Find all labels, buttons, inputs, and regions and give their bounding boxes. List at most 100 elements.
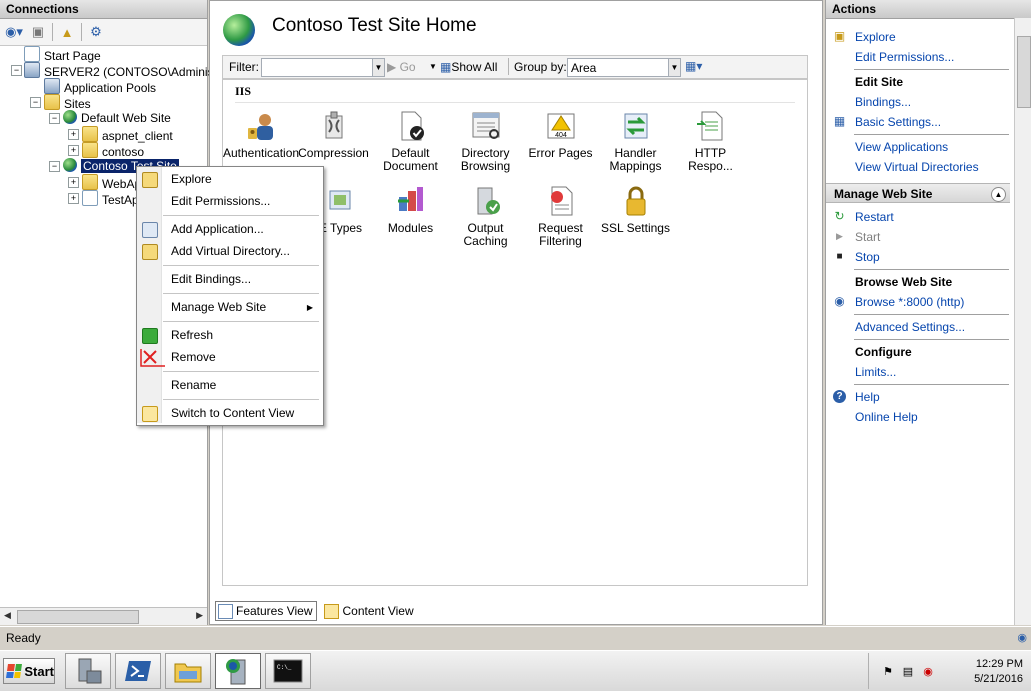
collapse-icon[interactable]: ▲ bbox=[991, 187, 1006, 202]
group-by-select[interactable]: Area ▼ bbox=[567, 58, 681, 77]
tree-node-application-pools[interactable]: Application Pools bbox=[44, 78, 156, 95]
collapse-contoso-test-site-toggle[interactable]: − bbox=[49, 161, 60, 172]
actions-vertical-scrollbar[interactable] bbox=[1014, 18, 1031, 625]
action-explore[interactable]: Explore bbox=[855, 30, 896, 44]
taskbar-command-prompt[interactable]: C:\_ bbox=[265, 653, 311, 689]
expand-aspnet-client-toggle[interactable]: + bbox=[68, 129, 79, 140]
scrollbar-thumb[interactable] bbox=[1017, 36, 1031, 108]
show-all-button[interactable]: ▦Show All bbox=[440, 60, 497, 74]
taskbar-explorer[interactable] bbox=[165, 653, 211, 689]
refresh-icon bbox=[142, 328, 158, 344]
action-restart[interactable]: Restart bbox=[855, 210, 894, 224]
collapse-default-site-toggle[interactable]: − bbox=[49, 113, 60, 124]
go-button[interactable]: ▶ Go bbox=[387, 60, 416, 74]
feature-request-filtering[interactable]: Request Filtering bbox=[523, 185, 598, 248]
save-icon[interactable]: ▣ bbox=[28, 22, 48, 42]
action-stop[interactable]: Stop bbox=[855, 250, 880, 264]
expand-testapp-toggle[interactable]: + bbox=[68, 193, 79, 204]
feature-handler-mappings[interactable]: Handler Mappings bbox=[598, 110, 673, 173]
connections-toolbar: ◉▾ ▣ ▲ ⚙ bbox=[0, 19, 207, 46]
group-header-iis: IIS bbox=[235, 84, 252, 98]
menu-item-edit-bindings[interactable]: Edit Bindings... bbox=[171, 272, 251, 286]
server-icon bbox=[24, 62, 40, 78]
scroll-left-icon[interactable]: ◀ bbox=[4, 610, 11, 621]
scrollbar-thumb[interactable] bbox=[17, 610, 139, 624]
action-view-virtual-directories[interactable]: View Virtual Directories bbox=[855, 160, 979, 174]
volume-muted-icon[interactable]: ◉ bbox=[921, 665, 935, 679]
feature-error-pages[interactable]: 404 Error Pages bbox=[523, 110, 598, 160]
actions-header: Actions bbox=[826, 0, 1031, 19]
action-advanced-settings[interactable]: Advanced Settings... bbox=[855, 320, 965, 334]
powershell-icon bbox=[125, 661, 151, 681]
action-help[interactable]: Help bbox=[855, 390, 880, 404]
action-bindings[interactable]: Bindings... bbox=[855, 95, 911, 109]
chevron-down-icon[interactable]: ▼ bbox=[372, 59, 384, 76]
submenu-arrow-icon: ▶ bbox=[306, 303, 313, 312]
tree-node-testapp[interactable]: TestAp bbox=[82, 190, 139, 207]
chevron-down-icon[interactable]: ▼ bbox=[668, 59, 680, 76]
network-icon[interactable]: ▤ bbox=[901, 665, 915, 679]
menu-item-manage-web-site[interactable]: Manage Web Site bbox=[171, 300, 266, 314]
action-browse-8000[interactable]: Browse *:8000 (http) bbox=[855, 295, 964, 309]
page-title: Contoso Test Site Home bbox=[272, 15, 477, 36]
menu-item-add-virtual-directory[interactable]: Add Virtual Directory... bbox=[171, 244, 290, 258]
manage-web-site-section[interactable]: Manage Web Site ▲ bbox=[826, 183, 1010, 203]
feature-modules[interactable]: Modules bbox=[373, 185, 448, 235]
collapse-sites-toggle[interactable]: − bbox=[30, 97, 41, 108]
expand-contoso-toggle[interactable]: + bbox=[68, 145, 79, 156]
action-online-help[interactable]: Online Help bbox=[855, 410, 918, 424]
view-switcher-icon[interactable]: ▦▾ bbox=[685, 59, 702, 73]
tree-node-aspnet-client[interactable]: aspnet_client bbox=[82, 126, 173, 143]
tab-content-view[interactable]: Content View bbox=[321, 601, 418, 621]
menu-item-refresh[interactable]: Refresh bbox=[171, 328, 213, 342]
filter-input[interactable]: ▼ bbox=[261, 58, 385, 77]
tree-node-contoso[interactable]: contoso bbox=[82, 142, 144, 159]
collapse-server-toggle[interactable]: − bbox=[11, 65, 22, 76]
tree-node-sites[interactable]: Sites bbox=[44, 94, 91, 111]
taskbar-server-manager[interactable] bbox=[65, 653, 111, 689]
menu-item-explore[interactable]: Explore bbox=[171, 172, 212, 186]
menu-item-rename[interactable]: Rename bbox=[171, 378, 216, 392]
connect-globe-icon[interactable]: ◉▾ bbox=[4, 22, 24, 42]
tree-node-default-web-site[interactable]: Default Web Site bbox=[63, 110, 171, 126]
scroll-right-icon[interactable]: ▶ bbox=[196, 610, 203, 621]
menu-item-remove[interactable]: Remove bbox=[171, 350, 216, 364]
menu-item-switch-to-content-view[interactable]: Switch to Content View bbox=[171, 406, 294, 420]
expand-webapp-toggle[interactable]: + bbox=[68, 177, 79, 188]
up-folder-icon[interactable]: ▲ bbox=[57, 22, 77, 42]
clock[interactable]: 12:29 PM 5/21/2016 bbox=[974, 657, 1023, 687]
action-basic-settings[interactable]: Basic Settings... bbox=[855, 115, 941, 129]
action-view-applications[interactable]: View Applications bbox=[855, 140, 948, 154]
feature-compression[interactable]: Compression bbox=[296, 110, 371, 160]
tab-features-view[interactable]: Features View bbox=[215, 601, 318, 621]
tree-node-webapp[interactable]: WebAp bbox=[82, 174, 141, 191]
taskbar-powershell[interactable] bbox=[115, 653, 161, 689]
http-response-icon bbox=[696, 111, 722, 141]
feature-ssl-settings[interactable]: SSL Settings bbox=[598, 185, 673, 235]
go-dropdown-icon[interactable]: ▼ bbox=[429, 62, 437, 71]
taskbar-iis-manager[interactable] bbox=[215, 653, 261, 689]
output-caching-icon bbox=[477, 187, 500, 215]
action-limits[interactable]: Limits... bbox=[855, 365, 896, 379]
flag-icon[interactable]: ⚑ bbox=[881, 665, 895, 679]
connections-horizontal-scrollbar[interactable]: ◀ ▶ bbox=[0, 607, 207, 625]
action-start[interactable]: Start bbox=[855, 230, 880, 244]
content-view-icon bbox=[324, 603, 340, 619]
disconnect-icon[interactable]: ⚙ bbox=[86, 22, 106, 42]
feature-output-caching[interactable]: Output Caching bbox=[448, 185, 523, 248]
separator bbox=[854, 269, 1009, 270]
feature-default-document[interactable]: Default Document bbox=[373, 110, 448, 173]
start-button[interactable]: Start bbox=[3, 658, 55, 684]
action-edit-permissions[interactable]: Edit Permissions... bbox=[855, 50, 954, 64]
menu-item-edit-permissions[interactable]: Edit Permissions... bbox=[171, 194, 270, 208]
website-globe-icon bbox=[63, 158, 77, 172]
server-manager-icon bbox=[78, 658, 102, 684]
tree-node-start-page[interactable]: Start Page bbox=[24, 46, 101, 63]
tree-node-server[interactable]: SERVER2 (CONTOSO\Administra bbox=[24, 62, 228, 79]
menu-item-add-application[interactable]: Add Application... bbox=[171, 222, 264, 236]
feature-http-response-headers[interactable]: HTTP Respo... bbox=[673, 110, 748, 173]
feature-directory-browsing[interactable]: Directory Browsing bbox=[448, 110, 523, 173]
feature-authentication[interactable]: Authentication bbox=[223, 110, 299, 160]
authentication-icon bbox=[247, 114, 273, 140]
folder-icon bbox=[82, 126, 98, 142]
